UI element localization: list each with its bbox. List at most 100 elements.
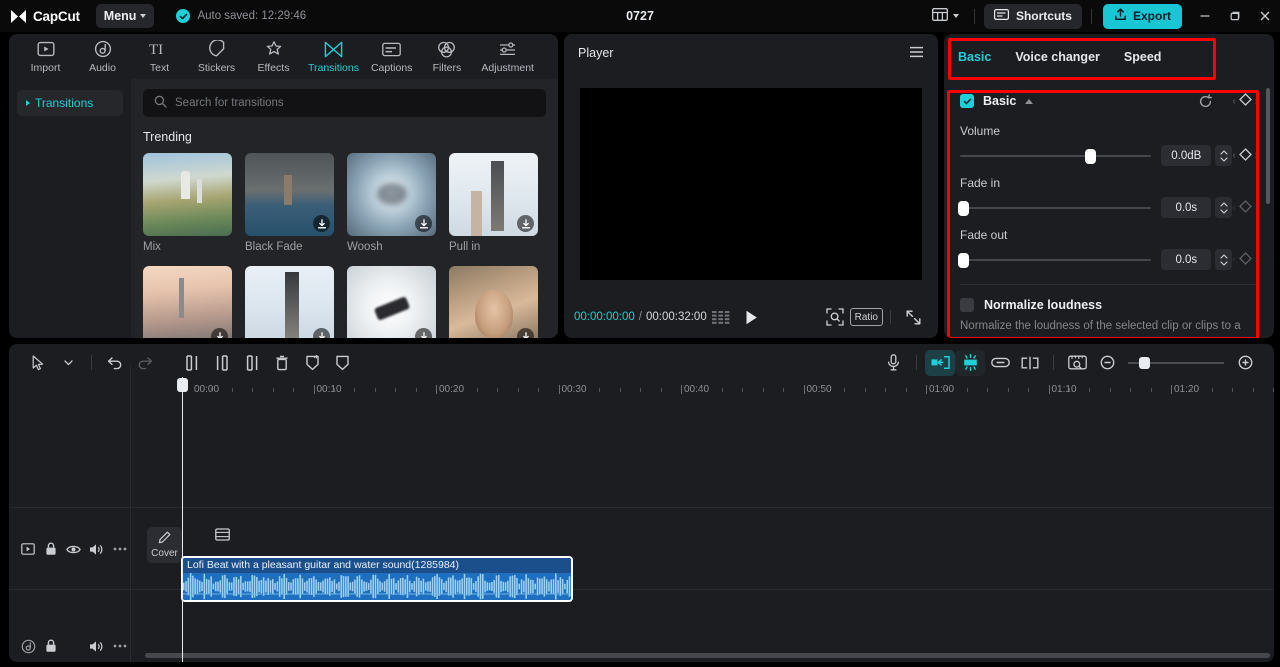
volume-keyframe-control[interactable]: ‹ ›	[1232, 147, 1258, 164]
chevron-down-icon[interactable]	[53, 350, 83, 376]
transition-thumbnail[interactable]	[143, 266, 232, 338]
fade-out-value[interactable]: 0.0s	[1161, 249, 1212, 270]
layout-button[interactable]	[926, 4, 965, 28]
transition-item-8[interactable]	[449, 266, 538, 338]
undo-icon[interactable]	[100, 350, 130, 376]
basic-enable-checkbox[interactable]	[960, 94, 974, 108]
menu-button[interactable]: Menu	[95, 4, 155, 28]
fade-in-keyframe-control[interactable]: ‹ ›	[1232, 199, 1258, 216]
keyframe-control[interactable]: ‹ ›	[1232, 93, 1258, 109]
zoom-slider[interactable]	[1128, 356, 1224, 370]
fade-in-slider[interactable]	[958, 200, 1152, 216]
mirror-icon[interactable]	[327, 350, 357, 376]
chevron-right-icon[interactable]: ›	[1255, 202, 1258, 213]
playhead-handle[interactable]	[177, 378, 188, 392]
auto-snap-icon[interactable]	[955, 349, 985, 376]
transition-item-woosh[interactable]: Woosh	[347, 153, 436, 253]
split-icon[interactable]	[177, 350, 207, 376]
search-box[interactable]	[143, 89, 546, 117]
sidebar-item-transitions[interactable]: Transitions	[17, 90, 123, 116]
download-icon[interactable]	[415, 215, 432, 232]
audio-clip[interactable]: Lofi Beat with a pleasant guitar and wat…	[181, 556, 573, 602]
link-icon[interactable]	[985, 350, 1015, 376]
transition-thumbnail[interactable]	[143, 153, 232, 236]
video-preview[interactable]	[580, 88, 922, 280]
frame-stepper-icon[interactable]	[707, 303, 737, 331]
snap-to-clip-icon[interactable]	[925, 349, 955, 376]
shortcuts-button[interactable]: Shortcuts	[983, 3, 1082, 29]
search-input[interactable]	[175, 97, 535, 109]
transition-thumbnail[interactable]	[245, 153, 334, 236]
maximize-button[interactable]	[1220, 0, 1250, 32]
tab-transitions[interactable]: Transitions	[302, 34, 365, 79]
transition-thumbnail[interactable]	[245, 266, 334, 338]
slider-knob[interactable]	[958, 200, 969, 216]
ratio-button[interactable]: Ratio	[849, 308, 883, 326]
tab-basic[interactable]: Basic	[958, 50, 991, 64]
player-menu-icon[interactable]	[909, 46, 924, 61]
tab-voice-changer[interactable]: Voice changer	[1015, 50, 1100, 64]
download-icon[interactable]	[517, 328, 534, 338]
transition-thumbnail[interactable]	[449, 153, 538, 236]
more-options-icon[interactable]	[108, 538, 131, 560]
trim-left-icon[interactable]	[207, 350, 237, 376]
eye-icon[interactable]	[63, 538, 86, 560]
tab-adjustment[interactable]: Adjustment	[475, 34, 540, 79]
zoom-out-icon[interactable]	[1092, 350, 1122, 376]
volume-slider[interactable]	[960, 148, 1152, 164]
tab-captions[interactable]: Captions	[365, 34, 418, 79]
timeline-preview-icon[interactable]	[1062, 350, 1092, 376]
normalize-loudness-checkbox[interactable]	[960, 298, 974, 312]
chevron-left-icon[interactable]: ‹	[1232, 150, 1235, 161]
transition-item-7[interactable]	[347, 266, 436, 338]
tab-filters[interactable]: Filters	[418, 34, 475, 79]
volume-value[interactable]: 0.0dB	[1161, 145, 1212, 166]
transition-item-6[interactable]	[245, 266, 334, 338]
fade-in-stepper[interactable]	[1215, 197, 1233, 218]
audio-track-icon[interactable]	[17, 635, 40, 657]
zoom-slider-knob[interactable]	[1139, 356, 1150, 369]
microphone-icon[interactable]	[878, 350, 908, 376]
keyframe-diamond-icon[interactable]	[1238, 199, 1252, 216]
magnifier-icon[interactable]	[820, 303, 850, 331]
minimize-button[interactable]	[1190, 0, 1220, 32]
volume-stepper[interactable]	[1215, 145, 1233, 166]
more-options-icon[interactable]	[108, 635, 131, 657]
chevron-left-icon[interactable]: ‹	[1232, 202, 1235, 213]
chevron-right-icon[interactable]: ›	[1255, 150, 1258, 161]
tab-import[interactable]: Import	[17, 34, 74, 79]
tab-text[interactable]: TI Text	[131, 34, 188, 79]
main-track-icon[interactable]	[215, 527, 230, 545]
tab-speed[interactable]: Speed	[1124, 50, 1162, 64]
lock-icon[interactable]	[40, 635, 63, 657]
fullscreen-icon[interactable]	[898, 303, 928, 331]
fade-in-value[interactable]: 0.0s	[1161, 197, 1212, 218]
export-button[interactable]: Export	[1102, 3, 1182, 29]
transition-item-black-fade[interactable]: Black Fade	[245, 153, 334, 253]
transition-item-pull-in[interactable]: Pull in	[449, 153, 538, 253]
trim-right-icon[interactable]	[237, 350, 267, 376]
delete-icon[interactable]	[267, 350, 297, 376]
keyframe-diamond-icon[interactable]	[1238, 147, 1252, 164]
split-clip-icon[interactable]	[1015, 350, 1045, 376]
redo-icon[interactable]	[130, 350, 160, 376]
tab-audio[interactable]: Audio	[74, 34, 131, 79]
fade-out-slider[interactable]	[958, 252, 1152, 268]
transition-thumbnail[interactable]	[449, 266, 538, 338]
timeline-ruler[interactable]: 00:00 00:10 00:20 00:30 00:40 00:50 01:00 01:10…	[9, 381, 1274, 403]
tab-stickers[interactable]: Stickers	[188, 34, 245, 79]
chevron-left-icon[interactable]: ‹	[1232, 96, 1235, 107]
tab-effects[interactable]: Effects	[245, 34, 302, 79]
timeline-horizontal-scrollbar[interactable]	[145, 653, 1270, 658]
download-icon[interactable]	[313, 215, 330, 232]
download-icon[interactable]	[211, 328, 228, 338]
play-button[interactable]	[737, 303, 767, 331]
download-icon[interactable]	[415, 328, 432, 338]
lock-icon[interactable]	[40, 538, 63, 560]
video-track-icon[interactable]	[17, 538, 40, 560]
fade-out-stepper[interactable]	[1215, 249, 1233, 270]
transition-item-5[interactable]	[143, 266, 232, 338]
chevron-right-icon[interactable]: ›	[1255, 96, 1258, 107]
chevron-up-icon[interactable]	[1025, 98, 1034, 104]
fade-out-keyframe-control[interactable]: ‹ ›	[1232, 251, 1258, 268]
